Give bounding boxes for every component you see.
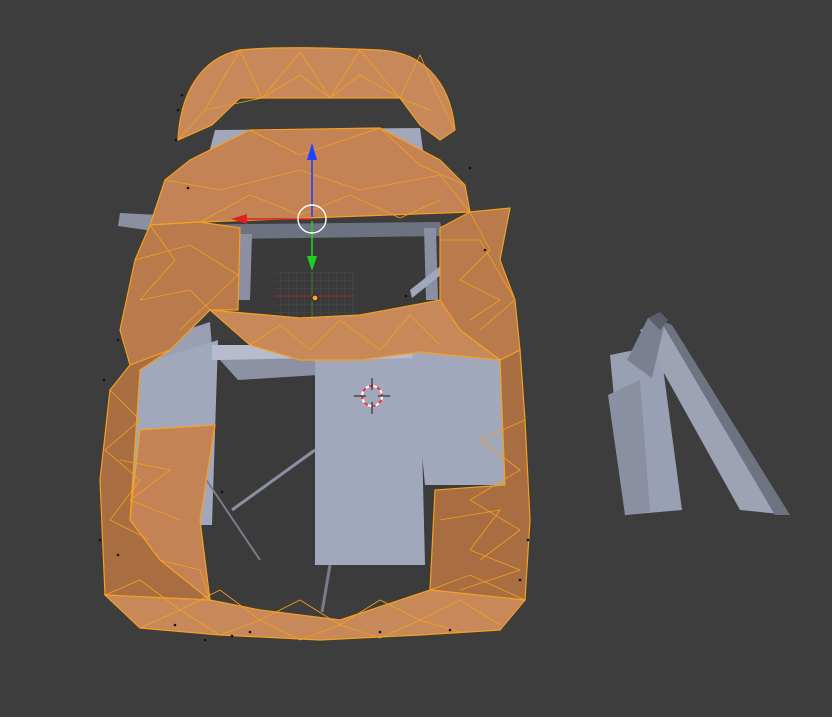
3d-viewport[interactable] xyxy=(0,0,832,717)
side-panel-object[interactable] xyxy=(608,312,790,515)
object-origin-dot xyxy=(311,294,319,302)
